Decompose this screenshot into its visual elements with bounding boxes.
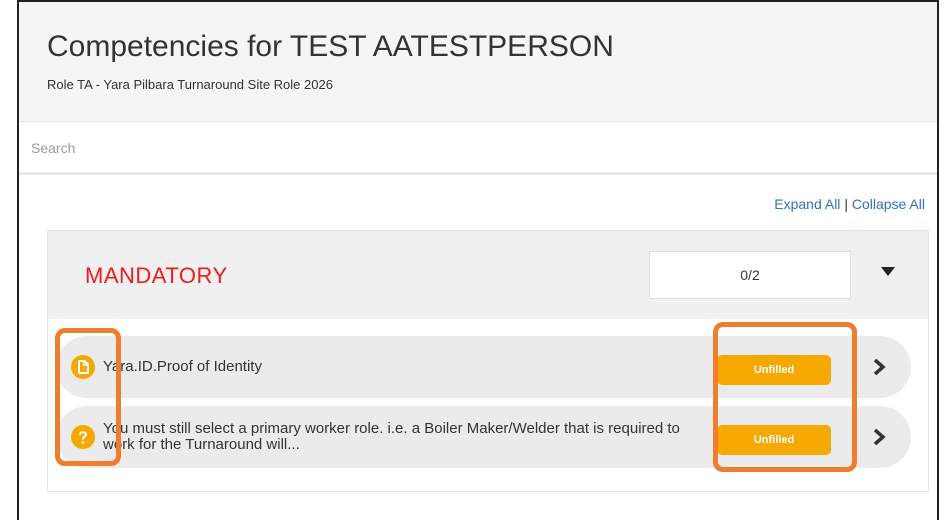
expand-collapse-controls: Expand All | Collapse All [774,196,925,212]
mandatory-panel: MANDATORY 0/2 Yara.ID.Proof of Identity … [47,230,929,492]
chevron-right-icon[interactable] [868,426,890,448]
link-separator: | [844,196,848,212]
page-subtitle: Role TA - Yara Pilbara Turnaround Site R… [47,77,333,92]
search-bar [19,122,937,175]
status-badge[interactable]: Unfilled [717,425,831,455]
list-item[interactable]: You must still select a primary worker r… [56,406,911,468]
caret-down-icon[interactable] [881,267,895,276]
chevron-right-icon[interactable] [868,356,890,378]
list-item-label: You must still select a primary worker r… [103,420,680,453]
search-input[interactable] [31,136,911,160]
progress-count: 0/2 [649,251,851,299]
mandatory-panel-header[interactable]: MANDATORY 0/2 [48,231,928,319]
question-icon [71,425,95,449]
page-title: Competencies for TEST AATESTPERSON [47,30,614,63]
list-item[interactable]: Yara.ID.Proof of Identity Unfilled [56,336,911,398]
page-header: Competencies for TEST AATESTPERSON Role … [19,2,937,122]
section-title: MANDATORY [85,263,228,288]
list-item-label: Yara.ID.Proof of Identity [103,358,262,375]
page-frame: Competencies for TEST AATESTPERSON Role … [17,0,939,520]
document-icon [71,355,95,379]
status-badge[interactable]: Unfilled [717,355,831,385]
collapse-all-link[interactable]: Collapse All [852,196,925,212]
expand-all-link[interactable]: Expand All [774,196,840,212]
